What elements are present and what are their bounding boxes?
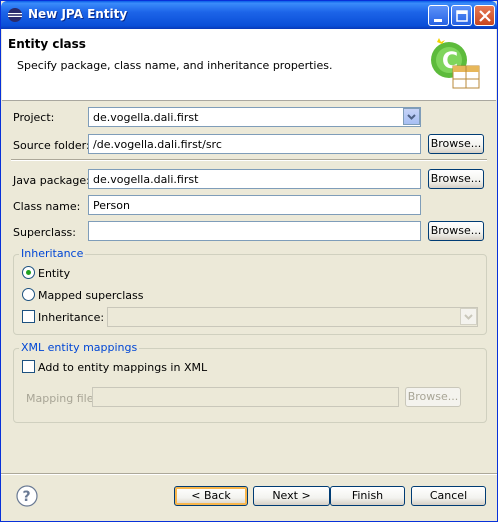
source-folder-browse-button[interactable]: Browse... <box>428 134 484 154</box>
mapped-superclass-radio[interactable] <box>22 288 35 301</box>
project-label: Project: <box>13 111 55 124</box>
maximize-icon <box>456 10 468 22</box>
chevron-down-icon <box>407 114 416 120</box>
superclass-browse-button[interactable]: Browse... <box>428 221 484 241</box>
next-button[interactable]: Next > <box>253 486 330 506</box>
entity-radio-label[interactable]: Entity <box>38 267 70 280</box>
page-description: Specify package, class name, and inherit… <box>17 59 333 72</box>
class-name-field[interactable]: Person <box>88 195 421 215</box>
close-button[interactable] <box>474 5 495 26</box>
inheritance-checkbox-label[interactable]: Inheritance: <box>38 311 104 324</box>
window-title: New JPA Entity <box>28 7 128 21</box>
mapping-file-field <box>92 387 399 407</box>
xml-mappings-group <box>13 348 487 423</box>
close-icon <box>479 10 491 22</box>
maximize-button[interactable] <box>451 5 472 26</box>
mapped-superclass-radio-label[interactable]: Mapped superclass <box>38 289 143 302</box>
page-title: Entity class <box>8 37 86 51</box>
java-package-field[interactable]: de.vogella.dali.first <box>88 169 421 189</box>
inheritance-strategy-combo <box>107 307 478 327</box>
minimize-icon <box>434 19 442 22</box>
eclipse-icon <box>8 8 22 22</box>
back-button[interactable]: < Back <box>174 486 248 506</box>
mapping-file-browse-button: Browse... <box>405 387 461 407</box>
project-dropdown-button[interactable] <box>403 108 420 125</box>
source-folder-label: Source folder: <box>13 139 90 152</box>
title-bar[interactable]: New JPA Entity <box>1 1 497 29</box>
cancel-button[interactable]: Cancel <box>411 486 486 506</box>
svg-text:?: ? <box>23 489 31 505</box>
inheritance-group-title: Inheritance <box>19 247 86 260</box>
class-name-label: Class name: <box>13 200 81 213</box>
finish-button[interactable]: Finish <box>330 486 405 506</box>
superclass-field[interactable] <box>88 221 421 241</box>
chevron-down-icon <box>464 314 473 320</box>
footer-separator <box>1 473 497 475</box>
superclass-label: Superclass: <box>13 226 76 239</box>
entity-radio[interactable] <box>22 266 35 279</box>
separator <box>11 159 487 161</box>
help-icon[interactable]: ? <box>16 485 38 507</box>
java-package-label: Java package: <box>13 174 90 187</box>
add-to-xml-checkbox[interactable] <box>22 360 35 373</box>
source-folder-field[interactable]: /de.vogella.dali.first/src <box>88 134 421 154</box>
xml-mappings-group-title: XML entity mappings <box>19 341 140 354</box>
mapping-file-label: Mapping file: <box>26 392 98 405</box>
wizard-banner: Entity class Specify package, class name… <box>2 29 496 101</box>
inheritance-checkbox[interactable] <box>22 310 35 323</box>
minimize-button[interactable] <box>428 5 449 26</box>
add-to-xml-label[interactable]: Add to entity mappings in XML <box>38 361 207 374</box>
dialog-window: New JPA Entity Entity class Specify pack… <box>0 0 498 522</box>
new-class-icon: C <box>431 38 480 89</box>
radio-selected-dot <box>26 270 31 275</box>
java-package-browse-button[interactable]: Browse... <box>428 169 484 189</box>
project-combo[interactable]: de.vogella.dali.first <box>88 107 421 127</box>
inheritance-dropdown-button <box>460 308 477 325</box>
